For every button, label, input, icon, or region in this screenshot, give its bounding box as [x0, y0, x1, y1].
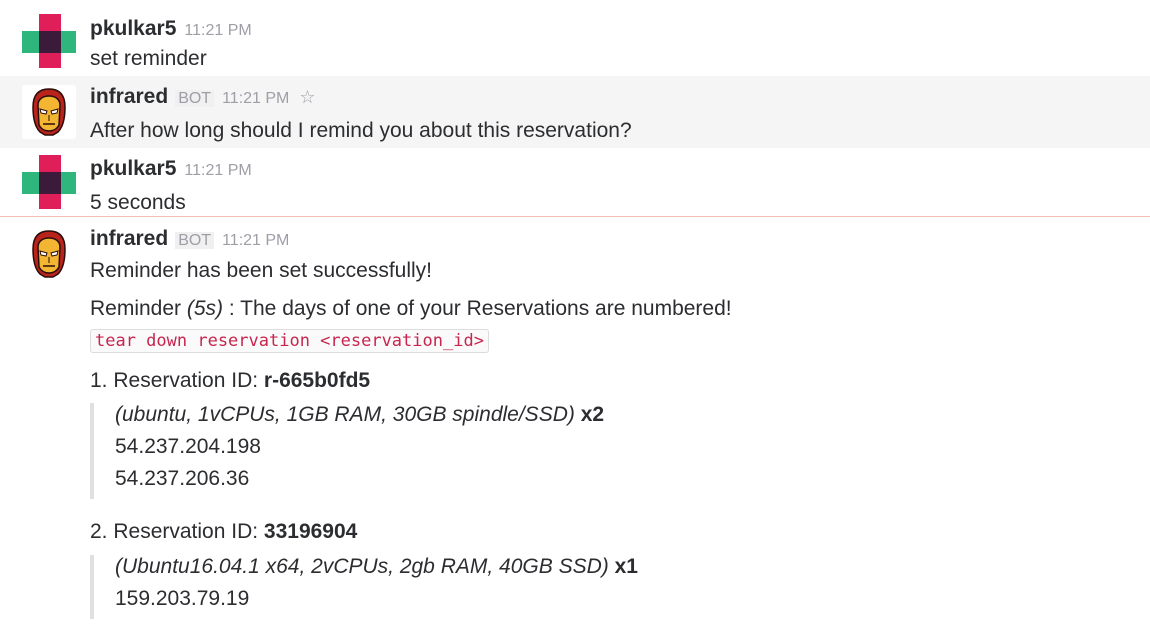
user-avatar[interactable] [22, 155, 76, 209]
timestamp[interactable]: 11:21 PM [222, 232, 289, 249]
message-2: infrared BOT 11:21 PM ☆ After how long shou… [0, 76, 1150, 148]
reminder-prefix: Reminder [90, 297, 187, 320]
bot-badge: BOT [175, 232, 215, 249]
reminder-line: Reminder (5s) : The days of one of your … [90, 297, 732, 321]
ip-address: 54.237.206.36 [115, 467, 250, 490]
reminder-interval: (5s) [186, 297, 224, 320]
message-text: set reminder [90, 47, 207, 70]
ip-address: 159.203.79.19 [115, 587, 250, 610]
reservation-id: 33196904 [263, 520, 358, 543]
command-code: tear down reservation <reservation_id> [90, 329, 489, 353]
reservation-label: 2. Reservation ID: [90, 520, 264, 543]
ip-address: 54.237.204.198 [115, 435, 261, 458]
pink-green-cross-avatar-icon [22, 14, 76, 68]
message-text: 5 seconds [90, 191, 186, 214]
timestamp[interactable]: 11:21 PM [184, 162, 251, 179]
message-1: pkulkar5 11:21 PM set reminder [0, 0, 1150, 72]
timestamp[interactable]: 11:21 PM [222, 90, 289, 107]
reservation-id: r-665b0fd5 [263, 369, 371, 392]
message-text: After how long should I remind you about… [90, 119, 632, 142]
username[interactable]: pkulkar5 [90, 157, 176, 180]
reservation-spec-line: (ubuntu, 1vCPUs, 1GB RAM, 30GB spindle/S… [115, 403, 604, 435]
message-4: infrared BOT 11:21 PM Reminder has been se… [0, 218, 1150, 624]
iron-man-helmet-icon [22, 227, 76, 281]
reservation-count: x2 [574, 403, 605, 426]
reminder-suffix: : The days of one of your Reservations a… [223, 297, 732, 320]
reservation-spec: (ubuntu, 1vCPUs, 1GB RAM, 30GB spindle/S… [115, 403, 575, 426]
bot-avatar[interactable] [22, 227, 76, 281]
timestamp[interactable]: 11:21 PM [184, 22, 251, 39]
reservation-label: 1. Reservation ID: [90, 369, 264, 392]
message-3: pkulkar5 11:21 PM 5 seconds [0, 148, 1150, 216]
reservation-spec: (Ubuntu16.04.1 x64, 2vCPUs, 2gb RAM, 40G… [115, 555, 609, 578]
pink-green-cross-avatar-icon [22, 155, 76, 209]
reservation-count: x1 [608, 555, 638, 578]
reservation-1-heading: 1. Reservation ID: r-665b0fd5 [90, 369, 370, 393]
username[interactable]: infrared [90, 85, 168, 108]
star-icon[interactable]: ☆ [299, 87, 315, 107]
iron-man-helmet-icon [22, 85, 76, 139]
bot-badge: BOT [175, 90, 215, 107]
reservation-2-details: (Ubuntu16.04.1 x64, 2vCPUs, 2gb RAM, 40G… [90, 555, 638, 619]
username[interactable]: infrared [90, 227, 168, 250]
username[interactable]: pkulkar5 [90, 17, 176, 40]
reservation-1-details: (ubuntu, 1vCPUs, 1GB RAM, 30GB spindle/S… [90, 403, 604, 499]
message-text: Reminder has been set successfully! [90, 259, 432, 282]
reservation-2-heading: 2. Reservation ID: 33196904 [90, 520, 357, 544]
bot-avatar[interactable] [22, 85, 76, 139]
reservation-spec-line: (Ubuntu16.04.1 x64, 2vCPUs, 2gb RAM, 40G… [115, 555, 638, 587]
new-messages-divider [0, 216, 1150, 217]
user-avatar[interactable] [22, 14, 76, 68]
